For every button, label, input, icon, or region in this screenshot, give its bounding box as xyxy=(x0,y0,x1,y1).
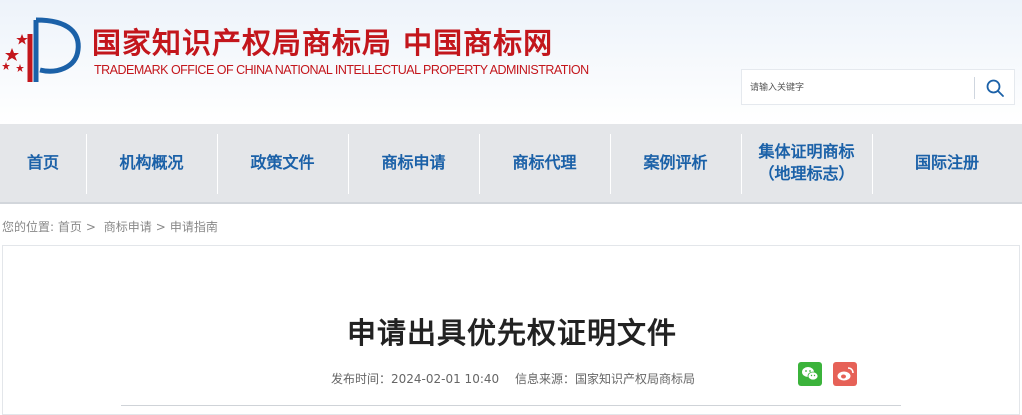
search-input[interactable] xyxy=(750,78,970,98)
breadcrumb-application-link[interactable]: 商标申请 xyxy=(104,220,152,234)
search-divider xyxy=(974,77,975,99)
share-wechat-button[interactable] xyxy=(798,362,822,386)
publish-time: 发布时间：2024-02-01 10:40 xyxy=(331,372,500,386)
article-meta: 发布时间：2024-02-01 10:40 信息来源：国家知识产权局商标局 xyxy=(331,370,695,387)
nav-item-application[interactable]: 商标申请 xyxy=(348,124,479,202)
breadcrumb-separator: > xyxy=(155,220,166,234)
nav-item-agency[interactable]: 商标代理 xyxy=(479,124,610,202)
org-name-en: TRADEMARK OFFICE OF CHINA NATIONAL INTEL… xyxy=(94,63,589,77)
nav-item-policy[interactable]: 政策文件 xyxy=(217,124,348,202)
nav-item-about[interactable]: 机构概况 xyxy=(86,124,217,202)
nav-item-geographical-indication[interactable]: 集体证明商标 （地理标志） xyxy=(741,124,872,202)
org-name-cn[interactable]: 国家知识产权局商标局 中国商标网 xyxy=(92,20,553,62)
main-nav: 首页 机构概况 政策文件 商标申请 商标代理 案例评析 集体证明商标 （地理标志… xyxy=(0,124,1022,204)
article-title: 申请出具优先权证明文件 xyxy=(346,316,677,350)
breadcrumb-guide-link[interactable]: 申请指南 xyxy=(170,220,218,234)
breadcrumb-separator: > xyxy=(85,220,96,234)
article-container: 申请出具优先权证明文件 发布时间：2024-02-01 10:40 信息来源：国… xyxy=(2,245,1020,415)
site-header: 国家知识产权局商标局 中国商标网 TRADEMARK OFFICE OF CHI… xyxy=(0,0,1022,124)
nav-label: 首页 xyxy=(26,153,59,172)
wechat-icon xyxy=(802,367,819,381)
share-weibo-button[interactable] xyxy=(833,362,857,386)
breadcrumb-home-link[interactable]: 首页 xyxy=(58,220,82,234)
nav-item-international[interactable]: 国际注册 xyxy=(872,124,1022,202)
nav-label: 机构概况 xyxy=(119,153,184,172)
nav-label: 集体证明商标 （地理标志） xyxy=(758,142,855,183)
nav-label: 案例评析 xyxy=(643,153,708,172)
nav-item-home[interactable]: 首页 xyxy=(0,124,86,202)
cnipa-emblem-logo[interactable] xyxy=(0,12,88,84)
weibo-icon xyxy=(837,367,854,381)
nav-item-cases[interactable]: 案例评析 xyxy=(610,124,741,202)
nav-label: 政策文件 xyxy=(250,153,315,172)
search-icon[interactable] xyxy=(985,78,1005,98)
nav-label: 商标代理 xyxy=(512,153,577,172)
search-box xyxy=(741,69,1015,105)
breadcrumb: 您的位置: 首页 > 商标申请 > 申请指南 xyxy=(2,218,218,235)
info-source: 信息来源：国家知识产权局商标局 xyxy=(514,372,695,386)
nav-label: 商标申请 xyxy=(381,153,446,172)
breadcrumb-prefix: 您的位置: xyxy=(2,220,55,234)
nav-label: 国际注册 xyxy=(914,153,979,172)
